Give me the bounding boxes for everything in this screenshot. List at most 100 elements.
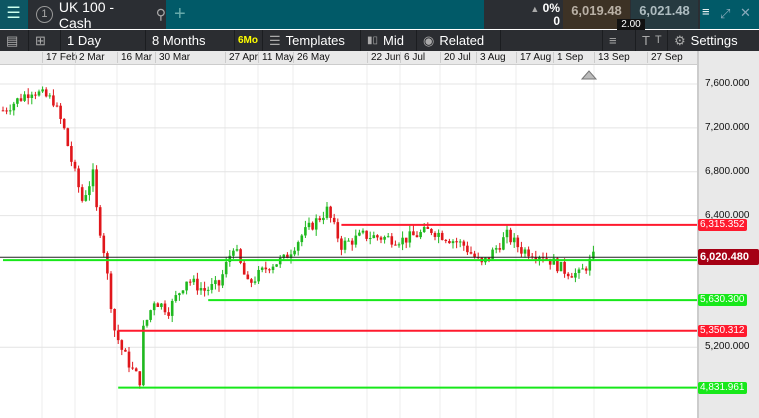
- range-badge[interactable]: 6Mo: [235, 30, 263, 51]
- candle-body: [84, 195, 88, 201]
- level-price-tag[interactable]: 6,315.352: [698, 218, 747, 231]
- date-tick: 1 Sep: [553, 52, 583, 63]
- candle-body: [379, 237, 383, 240]
- candle-body: [278, 257, 282, 265]
- candle-body: [422, 226, 426, 233]
- candle-body: [451, 241, 455, 244]
- range-select[interactable]: 8 Months: [146, 30, 235, 51]
- date-axis: 17 Feb 2 Mar 16 Mar 30 Mar 27 Apr 11 May 26 Ma…: [0, 51, 697, 65]
- menu-icon[interactable]: ☰: [0, 0, 27, 29]
- price-tick: 5,200.000: [705, 341, 750, 353]
- candle-body: [149, 310, 152, 320]
- price-change: ▲ 0% 0: [530, 1, 560, 28]
- candle-body: [30, 94, 34, 98]
- candle-body: [577, 269, 581, 274]
- date-tick: 27 Sep: [647, 52, 683, 63]
- spacer: [501, 30, 603, 51]
- candle-body: [300, 235, 304, 243]
- candle-body: [386, 236, 390, 238]
- text-size-icon[interactable]: TT: [636, 30, 668, 51]
- candle-body: [152, 303, 156, 311]
- candle-body: [523, 249, 527, 254]
- candle-body: [368, 238, 372, 240]
- candle-body: [509, 229, 512, 243]
- candle-body: [185, 281, 188, 291]
- candle-body: [426, 226, 430, 229]
- candle-body: [487, 257, 491, 260]
- date-tick: 11 May: [258, 52, 294, 63]
- candle-body: [221, 274, 224, 286]
- sliders-icon: ☰: [269, 33, 281, 48]
- candle-body: [566, 273, 570, 277]
- candle-body: [44, 89, 48, 97]
- candle-body: [563, 261, 566, 274]
- candle-body: [318, 218, 322, 221]
- candle-body: [498, 248, 502, 250]
- candle-body: [322, 217, 325, 221]
- search-icon[interactable]: ⚲: [156, 6, 166, 23]
- candle-body: [95, 169, 98, 208]
- candle-body: [52, 95, 55, 106]
- candle-body: [354, 235, 358, 245]
- drag-handle-icon[interactable]: ≡: [702, 4, 710, 19]
- candle-body: [271, 266, 275, 271]
- candle-body: [26, 94, 30, 98]
- candle-body: [527, 249, 530, 257]
- price-chart[interactable]: [0, 65, 697, 418]
- settings-button[interactable]: ⚙ Settings: [668, 30, 744, 51]
- chart-toolbar: ▤ ⊞ 1 Day 8 Months 6Mo ☰ Templates ▮▯ Mid …: [0, 30, 759, 51]
- candle-body: [365, 230, 368, 239]
- candle-body: [188, 281, 192, 283]
- close-icon[interactable]: ✕: [740, 5, 751, 21]
- candle-body: [170, 300, 174, 316]
- candle-body: [192, 278, 196, 283]
- related-button[interactable]: ◉ Related: [417, 30, 501, 51]
- candle-body: [311, 222, 314, 230]
- candle-body: [66, 128, 70, 147]
- candle-body: [102, 235, 106, 254]
- candle-body: [394, 244, 397, 246]
- add-tab-icon[interactable]: +: [174, 3, 186, 26]
- date-tick: 27 Apr: [225, 52, 258, 63]
- candle-body: [430, 228, 433, 233]
- candle-body: [196, 278, 199, 291]
- indicator-icon[interactable]: ≡: [603, 30, 636, 51]
- date-tick: 22 Jun: [367, 52, 401, 63]
- date-tick: 3 Aug: [476, 52, 506, 63]
- instrument-tab[interactable]: 1 UK 100 - Cash ⚲: [28, 0, 166, 31]
- candle-body: [214, 280, 217, 285]
- candle-body: [505, 229, 509, 238]
- candle-body: [584, 268, 588, 271]
- candle-body: [512, 237, 516, 243]
- candle-body: [8, 110, 12, 112]
- candle-body: [462, 241, 466, 246]
- current-price-tag: 6,020.480: [698, 249, 759, 266]
- candle-body: [401, 237, 404, 245]
- level-price-tag[interactable]: 4,831.961: [698, 381, 747, 394]
- candle-body: [404, 237, 408, 243]
- level-price-tag[interactable]: 5,350.312: [698, 324, 747, 337]
- templates-button[interactable]: ☰ Templates: [263, 30, 361, 51]
- spread-value: 2.00: [617, 19, 645, 30]
- candle-body: [253, 281, 257, 283]
- candle-body: [41, 89, 44, 92]
- layout-icon[interactable]: ⊞: [29, 30, 61, 51]
- interval-select[interactable]: 1 Day: [61, 30, 146, 51]
- candle-body: [383, 236, 386, 240]
- candle-body: [466, 245, 469, 253]
- candle-body: [358, 232, 361, 236]
- candle-body: [343, 240, 347, 250]
- price-axis[interactable]: [697, 51, 759, 418]
- list-icon[interactable]: ▤: [0, 30, 29, 51]
- candle-body: [77, 168, 80, 188]
- tab-title: UK 100 - Cash: [58, 0, 115, 31]
- level-price-tag[interactable]: 5,630.300: [698, 294, 747, 307]
- expand-icon[interactable]: ⤢: [720, 6, 730, 22]
- candle-body: [12, 103, 16, 111]
- candle-body: [332, 217, 336, 223]
- date-tick: 2 Mar: [75, 52, 105, 63]
- candle-body: [408, 231, 412, 243]
- candle-body: [178, 293, 181, 296]
- price-type-button[interactable]: ▮▯ Mid: [361, 30, 417, 51]
- date-tick: 26 May: [293, 52, 330, 63]
